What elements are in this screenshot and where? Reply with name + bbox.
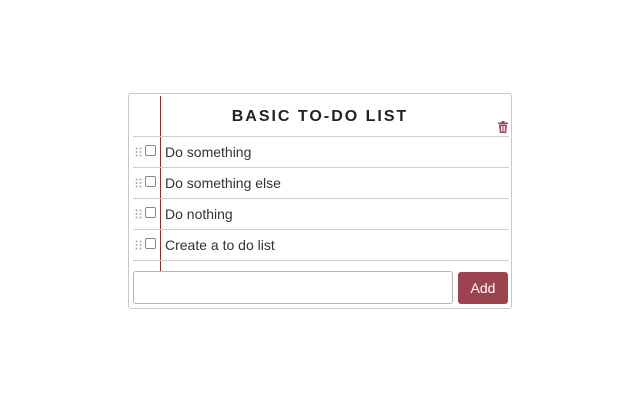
new-item-input[interactable] bbox=[133, 271, 453, 304]
list-item: Do nothing bbox=[133, 198, 509, 229]
item-label: Do something bbox=[165, 144, 252, 160]
add-button[interactable]: Add bbox=[458, 272, 508, 304]
item-label: Do something else bbox=[165, 175, 281, 191]
todo-card: BASIC TO-DO LIST Do something Do somethi… bbox=[128, 93, 512, 309]
item-label: Do nothing bbox=[165, 206, 233, 222]
list-item: Do something bbox=[133, 136, 509, 167]
drag-handle-icon[interactable] bbox=[135, 147, 142, 157]
item-checkbox[interactable] bbox=[145, 238, 156, 249]
item-checkbox[interactable] bbox=[145, 207, 156, 218]
todo-title: BASIC TO-DO LIST bbox=[231, 108, 409, 125]
item-label: Create a to do list bbox=[165, 237, 275, 253]
item-checkbox[interactable] bbox=[145, 176, 156, 187]
drag-handle-icon[interactable] bbox=[135, 240, 142, 250]
drag-handle-icon[interactable] bbox=[135, 178, 142, 188]
todo-list: Do something Do something else Do nothin… bbox=[133, 136, 509, 261]
trash-icon[interactable] bbox=[498, 121, 508, 133]
list-item: Create a to do list bbox=[133, 229, 509, 261]
drag-handle-icon[interactable] bbox=[135, 209, 142, 219]
item-checkbox[interactable] bbox=[145, 145, 156, 156]
list-item: Do something else bbox=[133, 167, 509, 198]
